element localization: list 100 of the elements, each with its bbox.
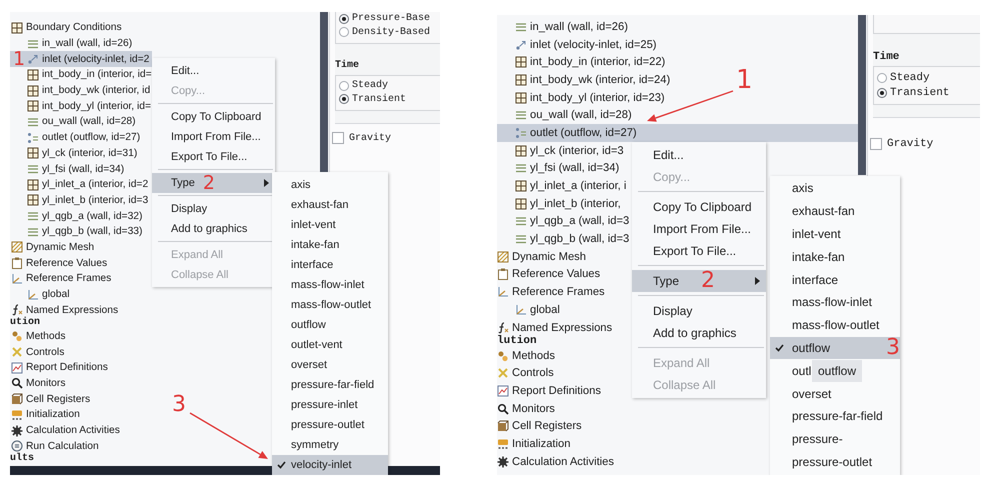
tree-item[interactable]: yl_ck (interior, id=31) [10, 146, 138, 162]
radio-button[interactable]: Transient [877, 85, 980, 100]
menu-item[interactable]: outflow [272, 315, 388, 335]
menu-item[interactable]: pressure-far-field [770, 404, 900, 428]
radio-icon[interactable] [339, 27, 349, 38]
tree-item[interactable]: Reference Frames [497, 283, 605, 301]
tree-item[interactable]: Named Expressions [497, 318, 612, 336]
radio-button[interactable]: Density-Based [339, 26, 440, 39]
tree-item[interactable]: outlet (outflow, id=27) [10, 130, 140, 146]
tree-item[interactable]: int_body_yl (interior, id=23) [497, 88, 665, 106]
menu-item[interactable]: pressure-outlet [770, 450, 900, 474]
menu-item[interactable]: pressure-outlet [272, 415, 388, 435]
menu-item[interactable]: Add to graphics [152, 219, 275, 239]
menu-item[interactable]: Import From File... [632, 218, 766, 240]
menu-item[interactable]: Copy To Clipboard [632, 196, 766, 218]
tree-item[interactable]: yl_ck (interior, id=3 [497, 142, 624, 160]
tree-item[interactable]: Monitors [10, 376, 66, 392]
tree-item[interactable]: int_body_in (interior, id= [10, 67, 152, 83]
menu-item[interactable]: mass-flow-outlet [272, 295, 388, 315]
scrollbar[interactable] [320, 12, 328, 172]
menu-item[interactable]: mass-flow-inlet [272, 275, 388, 295]
tree-item[interactable]: ou_wall (wall, id=28) [497, 106, 632, 124]
tree-item[interactable]: global [10, 286, 70, 302]
menu-item[interactable]: Export To File... [632, 240, 766, 262]
tree-item[interactable]: int_body_yl (interior, id= [10, 98, 152, 114]
menu-item[interactable]: axis [272, 175, 388, 195]
menu-item[interactable]: inlet-vent [770, 222, 900, 246]
tree-item[interactable]: in_wall (wall, id=26) [10, 36, 132, 52]
tree-item[interactable]: Cell Registers [10, 391, 90, 407]
menu-item[interactable]: Type 2 [152, 173, 275, 193]
menu-item[interactable]: exhaust-fan [770, 200, 900, 223]
menu-item[interactable]: Display [632, 300, 766, 322]
tree-item[interactable]: outlet (outflow, id=27) [497, 124, 858, 142]
tree-item[interactable]: Calculation Activities [10, 422, 120, 438]
menu-item[interactable]: interface [272, 255, 388, 275]
tree-item[interactable]: yl_fsi (wall, id=34) [10, 161, 124, 177]
tree-item[interactable]: Calculation Activities [497, 453, 614, 471]
tree-item[interactable]: yl_inlet_b (interior, [497, 194, 621, 213]
tree-item[interactable]: Monitors [497, 400, 555, 418]
menu-item[interactable]: mass-flow-inlet [770, 290, 900, 314]
tree-item[interactable]: yl_qgb_a (wall, id=3 [497, 212, 630, 230]
tree-item[interactable]: global [497, 301, 560, 319]
menu-item[interactable]: intake-fan [272, 235, 388, 255]
radio-icon[interactable] [877, 88, 887, 98]
menu-item[interactable]: pressure-far-field [272, 375, 388, 395]
menu-item[interactable]: outl outflow [770, 359, 900, 382]
tree-item[interactable]: inlet (velocity-inlet, id=25) [497, 36, 657, 54]
tree-item[interactable]: 1 inlet (velocity-inlet, id=2 [10, 51, 152, 68]
radio-icon[interactable] [877, 72, 887, 82]
tree-item[interactable]: int_body_in (interior, id=22) [497, 53, 666, 72]
tree-item[interactable]: Reference Values [10, 255, 108, 271]
tree-item[interactable]: yl_qgb_a (wall, id=32) [10, 208, 142, 224]
tree-item[interactable]: Controls [497, 364, 554, 382]
menu-item[interactable]: Copy To Clipboard [152, 107, 275, 127]
menu-item[interactable]: inlet-vent [272, 215, 388, 235]
tree-item[interactable]: Dynamic Mesh [10, 240, 94, 256]
menu-item[interactable]: pressure-inlet [272, 395, 388, 415]
menu-item[interactable]: velocity-inlet [272, 455, 388, 475]
tree-item[interactable]: Methods [10, 328, 66, 344]
menu-item[interactable]: Export To File... [152, 147, 275, 167]
tree-item[interactable]: yl_qgb_b (wall, id=33) [10, 224, 142, 240]
tree-item[interactable]: int_body_wk (interior, id [10, 82, 150, 98]
menu-item[interactable]: axis [770, 177, 900, 200]
radio-button[interactable]: Steady [339, 79, 440, 92]
scrollbar[interactable] [858, 15, 866, 175]
tree-item[interactable]: Dynamic Mesh [497, 248, 586, 266]
menu-item[interactable]: symmetry [272, 435, 388, 455]
tree-item[interactable]: Report Definitions [10, 360, 108, 376]
tree-item[interactable]: yl_inlet_a (interior, id=2 [10, 176, 148, 193]
menu-item[interactable]: Display [152, 199, 275, 219]
menu-item[interactable]: interface [770, 268, 900, 291]
menu-item[interactable]: overset [770, 382, 900, 405]
tree-item[interactable]: Initialization [10, 407, 80, 423]
tree-item[interactable]: in_wall (wall, id=26) [497, 18, 628, 36]
menu-item[interactable]: Add to graphics [632, 322, 766, 344]
tree-item[interactable]: yl_inlet_a (interior, i [497, 177, 626, 195]
menu-item[interactable]: overset [272, 355, 388, 375]
radio-button[interactable]: Transient [339, 92, 440, 106]
radio-button[interactable]: Pressure-Base [339, 12, 440, 26]
radio-icon[interactable] [339, 94, 349, 104]
menu-item[interactable]: outflow 3 [770, 336, 900, 360]
tree-item[interactable]: Reference Frames [10, 271, 112, 287]
menu-item[interactable]: outlet-vent [272, 335, 388, 355]
tree-item[interactable]: Cell Registers [497, 418, 582, 436]
radio-icon[interactable] [339, 80, 349, 91]
checkbox[interactable]: Gravity [332, 132, 440, 144]
tree-item[interactable]: ou_wall (wall, id=28) [10, 114, 136, 130]
menu-item[interactable]: exhaust-fan [272, 195, 388, 215]
checkbox[interactable]: Gravity [870, 138, 980, 150]
menu-item[interactable]: Type 2 [632, 270, 766, 292]
radio-button[interactable]: Steady [877, 70, 980, 85]
tree-item[interactable]: int_body_wk (interior, id=24) [497, 71, 670, 89]
menu-item[interactable]: Edit... [152, 61, 275, 81]
menu-item[interactable]: mass-flow-outlet [770, 314, 900, 337]
radio-icon[interactable] [339, 14, 349, 24]
menu-item[interactable]: Edit... [632, 144, 766, 166]
tree-item[interactable]: Boundary Conditions [10, 20, 122, 36]
tree-item[interactable]: yl_qgb_b (wall, id=3 [497, 230, 630, 248]
tree-item[interactable]: yl_fsi (wall, id=34) [497, 160, 620, 178]
tree-item[interactable]: Methods [497, 346, 555, 365]
